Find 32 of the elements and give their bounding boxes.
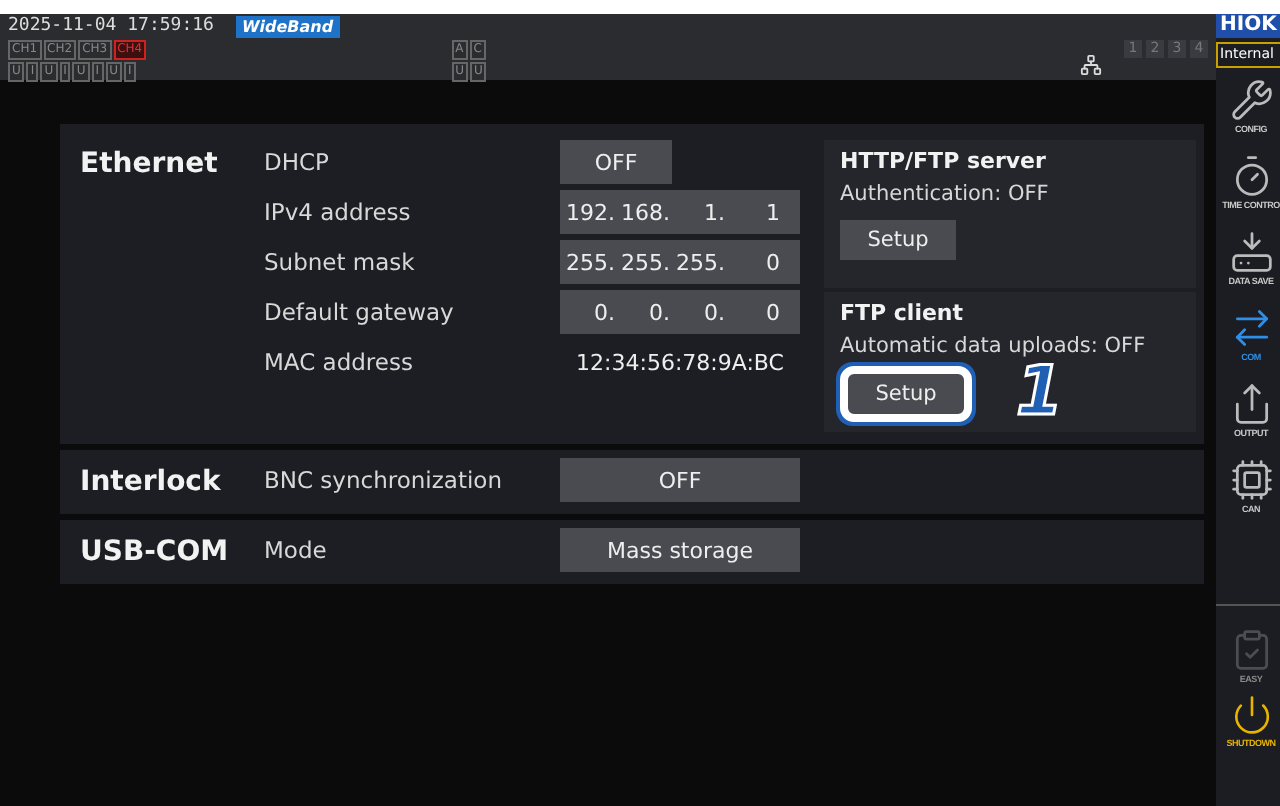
setting-label: IPv4 address [264,198,413,226]
setting-label: Mode [264,536,329,564]
panel-status: Authentication: OFF [840,182,1049,206]
ip-field[interactable]: 192. 168. 1. 1 [560,190,800,234]
can-icon [1229,457,1273,501]
save-icon [1229,229,1273,273]
config-icon [1229,77,1273,121]
setting-label: Default gateway [264,298,456,326]
shutdown-icon [1229,694,1273,736]
ip-field[interactable]: 0. 0. 0. 0 [560,290,800,334]
mode-badge: WideBand [235,16,340,38]
step-number: 1 [1016,356,1064,428]
brand-logo: HIOK [1216,14,1280,38]
panel-title: FTP client [840,300,964,326]
setting-label: BNC synchronization [264,466,504,494]
setting-label: Subnet mask [264,248,417,276]
mac-address: 12:34:56:78:9A:BC [574,349,786,375]
setting-label: DHCP [264,148,331,176]
section-title: USB-COM [80,534,231,572]
setting-label: MAC address [264,348,415,376]
select-button[interactable]: OFF [560,458,800,502]
select-button[interactable]: Mass storage [560,528,800,572]
setup-button[interactable]: Setup [848,374,964,414]
toggle-button[interactable]: OFF [560,140,672,184]
ip-field[interactable]: 255. 255. 255. 0 [560,240,800,284]
datetime: 2025-11-04 17:59:16 [8,16,214,38]
panel-title: HTTP/FTP server [840,148,1046,174]
network-icon [1080,54,1102,76]
setup-button[interactable]: Setup [840,220,956,260]
panel-status: Automatic data uploads: OFF [840,334,1146,358]
section-title: Ethernet [80,146,220,184]
section-title: Interlock [80,464,223,502]
